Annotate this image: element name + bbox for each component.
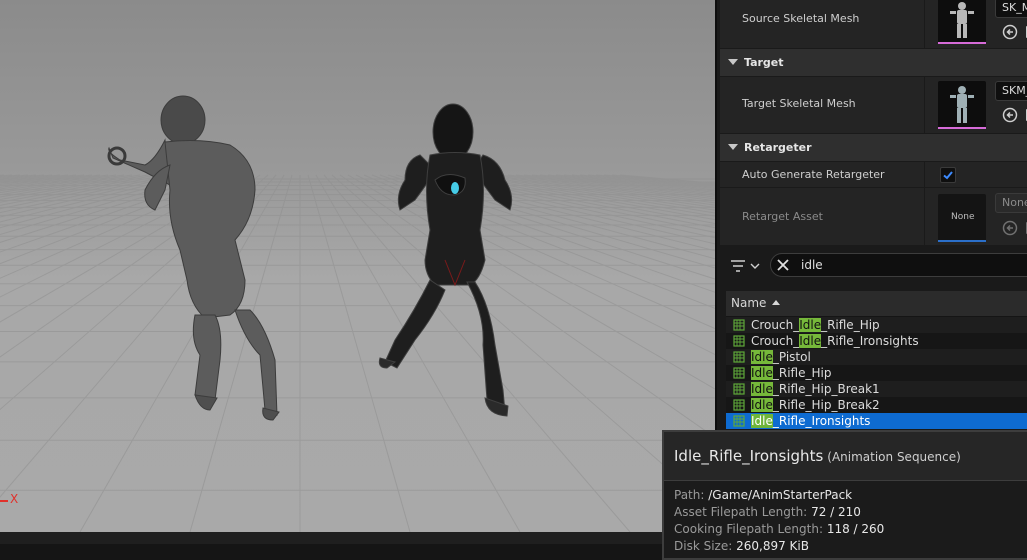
use-selected-asset-icon[interactable] xyxy=(1002,24,1018,40)
list-item[interactable]: Idle_Rifle_Ironsights xyxy=(726,413,1027,429)
source-mesh-thumbnail[interactable] xyxy=(938,0,986,44)
list-item-label: Crouch_Idle_Rifle_Ironsights xyxy=(751,333,919,349)
tooltip-disk-size-label: Disk Size: xyxy=(674,539,733,553)
tooltip-path-label: Path: xyxy=(674,488,705,502)
animation-sequence-icon xyxy=(733,351,745,363)
search-match-highlight: Idle xyxy=(751,382,773,396)
name-prefix: Crouch_ xyxy=(751,334,800,348)
tooltip-asset-length: Asset Filepath Length: 72 / 210 xyxy=(674,505,861,519)
tooltip-path-value: /Game/AnimStarterPack xyxy=(708,488,853,502)
tooltip-header: Idle_Rifle_Ironsights (Animation Sequence… xyxy=(664,432,1027,481)
name-suffix: _Rifle_Ironsights xyxy=(772,414,871,428)
search-match-highlight: Idle xyxy=(751,366,773,380)
search-match-highlight: Idle xyxy=(799,334,822,348)
auto-generate-label: Auto Generate Retargeter xyxy=(742,168,885,181)
animation-sequence-icon xyxy=(733,399,745,411)
name-column-label: Name xyxy=(731,296,767,310)
list-item-label: Idle_Pistol xyxy=(751,349,811,365)
asset-search-bar xyxy=(720,250,1027,280)
asset-tooltip: Idle_Rifle_Ironsights (Animation Sequence… xyxy=(662,430,1027,560)
tooltip-title: Idle_Rifle_Ironsights (Animation Sequence… xyxy=(674,447,961,465)
retarget-asset-picker[interactable]: None xyxy=(995,193,1027,213)
retarget-asset-thumb-text: None xyxy=(951,212,975,222)
list-item-label: Crouch_Idle_Rifle_Hip xyxy=(751,317,880,333)
level-viewport[interactable]: X xyxy=(0,0,715,532)
search-match-highlight: Idle xyxy=(751,350,773,364)
animation-sequence-icon xyxy=(733,415,745,427)
retarget-asset-row: Retarget Asset None None xyxy=(720,188,1027,246)
tooltip-disk-size: Disk Size: 260,897 KiB xyxy=(674,539,809,553)
tooltip-path: Path: /Game/AnimStarterPack xyxy=(674,488,852,502)
tooltip-cooking-length-value: 118 / 260 xyxy=(826,522,885,536)
list-item[interactable]: Idle_Pistol xyxy=(726,349,1027,365)
asset-list: Crouch_Idle_Rifle_Hip Crouch_Idle_Rifle_I… xyxy=(726,317,1027,429)
auto-generate-row: Auto Generate Retargeter xyxy=(720,162,1027,188)
auto-generate-checkbox[interactable] xyxy=(940,167,956,183)
tooltip-asset-class: (Animation Sequence) xyxy=(827,450,961,464)
search-box xyxy=(770,253,1027,277)
name-prefix: Crouch_ xyxy=(751,318,800,332)
list-item[interactable]: Idle_Rifle_Hip_Break2 xyxy=(726,397,1027,413)
target-skeletal-mesh-label: Target Skeletal Mesh xyxy=(742,97,856,110)
axis-indicator: X xyxy=(0,492,20,507)
source-skeletal-mesh-row: Source Skeletal Mesh SK_M xyxy=(720,0,1027,49)
target-section-header[interactable]: Target xyxy=(720,49,1027,77)
mannequin-thumbnail-icon xyxy=(950,86,974,123)
source-mesh-picker[interactable]: SK_M xyxy=(995,0,1027,18)
name-column-header[interactable]: Name xyxy=(726,291,1027,317)
list-item-label: Idle_Rifle_Hip_Break1 xyxy=(751,381,880,397)
animation-sequence-icon xyxy=(733,367,745,379)
name-suffix: _Rifle_Ironsights xyxy=(821,334,919,348)
use-selected-asset-icon[interactable] xyxy=(1002,107,1018,123)
x-axis-label: X xyxy=(10,492,19,506)
animation-sequence-icon xyxy=(733,319,745,331)
retargeter-section-title: Retargeter xyxy=(744,141,812,154)
retarget-asset-label: Retarget Asset xyxy=(742,210,823,223)
sort-ascending-icon xyxy=(772,300,780,305)
name-suffix: _Rifle_Hip_Break1 xyxy=(772,382,880,396)
list-item-label: Idle_Rifle_Ironsights xyxy=(751,413,870,429)
list-item-label: Idle_Rifle_Hip_Break2 xyxy=(751,397,880,413)
list-item[interactable]: Idle_Rifle_Hip_Break1 xyxy=(726,381,1027,397)
list-item[interactable]: Crouch_Idle_Rifle_Hip xyxy=(726,317,1027,333)
name-suffix: _Rifle_Hip xyxy=(821,318,880,332)
target-character-model[interactable] xyxy=(375,100,525,420)
target-mesh-picker[interactable]: SKM_ xyxy=(995,81,1027,101)
mannequin-thumbnail-icon xyxy=(950,2,974,38)
list-item-label: Idle_Rifle_Hip xyxy=(751,365,831,381)
use-selected-asset-icon[interactable] xyxy=(1002,220,1018,236)
viewport-status-strip xyxy=(0,532,715,544)
animation-sequence-icon xyxy=(733,383,745,395)
name-suffix: _Rifle_Hip xyxy=(772,366,832,380)
search-match-highlight: Idle xyxy=(751,414,773,428)
checkmark-icon xyxy=(943,171,953,180)
target-section-title: Target xyxy=(744,56,784,69)
search-match-highlight: Idle xyxy=(799,318,822,332)
target-skeletal-mesh-row: Target Skeletal Mesh SKM_ xyxy=(720,77,1027,134)
target-mesh-thumbnail[interactable] xyxy=(938,81,986,129)
name-suffix: _Pistol xyxy=(772,350,811,364)
list-item[interactable]: Idle_Rifle_Hip xyxy=(726,365,1027,381)
tooltip-cooking-length-label: Cooking Filepath Length: xyxy=(674,522,823,536)
retargeter-section-header[interactable]: Retargeter xyxy=(720,134,1027,162)
expand-arrow-icon xyxy=(728,59,738,65)
tooltip-asset-length-value: 72 / 210 xyxy=(811,505,861,519)
clear-search-icon[interactable] xyxy=(775,257,791,273)
search-match-highlight: Idle xyxy=(751,398,773,412)
tooltip-asset-name: Idle_Rifle_Ironsights xyxy=(674,447,824,465)
search-input[interactable] xyxy=(801,256,1027,274)
expand-arrow-icon xyxy=(728,144,738,150)
source-character-model[interactable] xyxy=(95,90,285,425)
tooltip-asset-length-label: Asset Filepath Length: xyxy=(674,505,808,519)
source-skeletal-mesh-label: Source Skeletal Mesh xyxy=(742,12,860,25)
retarget-asset-thumbnail[interactable]: None xyxy=(938,194,986,242)
animation-sequence-icon xyxy=(733,335,745,347)
name-suffix: _Rifle_Hip_Break2 xyxy=(772,398,880,412)
tooltip-cooking-length: Cooking Filepath Length: 118 / 260 xyxy=(674,522,884,536)
tooltip-disk-size-value: 260,897 KiB xyxy=(736,539,809,553)
filter-icon[interactable] xyxy=(729,258,765,274)
list-item[interactable]: Crouch_Idle_Rifle_Ironsights xyxy=(726,333,1027,349)
